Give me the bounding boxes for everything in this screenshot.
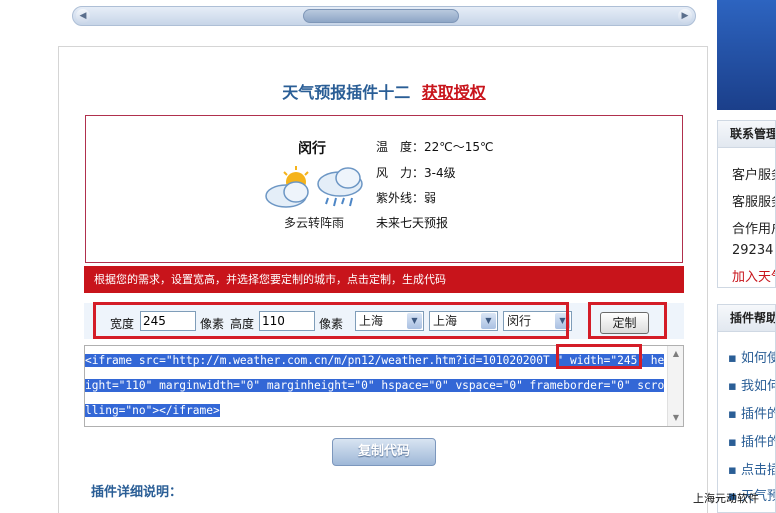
- horizontal-scrollbar[interactable]: ◀ ▶: [72, 6, 696, 26]
- get-license-link[interactable]: 获取授权: [422, 83, 486, 102]
- plugin-title: 天气预报插件十二: [282, 83, 411, 102]
- weather-preview: 闵行 多云转阵雨 温 度：22℃～15℃ 风 力：3-4级 紫外线：弱 未来七天…: [85, 115, 683, 263]
- seven-day-forecast-link[interactable]: 未来七天预报: [376, 214, 448, 231]
- uv-value: 弱: [424, 191, 437, 205]
- help-box: 插件帮助 ▪ 如何使 ▪ 我如何 ▪ 插件的 ▪ 插件的 ▪ 点击插 ▪ 天气预: [717, 304, 776, 513]
- contact-line: 客户服务: [732, 168, 775, 183]
- help-item[interactable]: ▪ 插件的: [728, 403, 775, 422]
- help-item[interactable]: ▪ 插件的: [728, 431, 775, 450]
- temperature-row: 温 度：22℃～15℃: [376, 138, 494, 155]
- plugin-details-heading: 插件详细说明：: [91, 485, 183, 500]
- temperature-label: 温 度：: [376, 140, 425, 154]
- scroll-left-arrow-icon[interactable]: ◀: [76, 9, 90, 23]
- uv-row: 紫外线：弱: [376, 189, 436, 206]
- wind-row: 风 力：3-4级: [376, 164, 456, 181]
- wind-label: 风 力：: [376, 166, 425, 180]
- code-vertical-scrollbar[interactable]: ▲ ▼: [667, 346, 683, 426]
- scroll-up-arrow-icon[interactable]: ▲: [670, 348, 682, 360]
- scrollbar-thumb[interactable]: [303, 9, 459, 23]
- instruction-bar: 根据您的需求，设置宽高，并选择您要定制的城市，点击定制，生成代码: [84, 266, 684, 293]
- copy-code-button[interactable]: 复制代码: [332, 438, 436, 466]
- page-title: 天气预报插件十二 获取授权: [59, 79, 709, 103]
- temperature-value: 22℃～15℃: [424, 140, 494, 154]
- side-banner-image: [717, 0, 776, 110]
- help-heading: 插件帮助: [718, 305, 775, 332]
- scroll-right-arrow-icon[interactable]: ▶: [678, 9, 692, 23]
- help-item[interactable]: ▪ 我如何: [728, 375, 775, 394]
- code-part-1: <iframe src="http://m.weather.com.cn/m/p…: [85, 354, 483, 367]
- weather-condition: 多云转阵雨: [284, 216, 345, 230]
- cloudy-rain-icon: [265, 166, 363, 208]
- contact-box: 联系管理 客户服务 客服服务 合作用户 29234 加入天气: [717, 120, 776, 288]
- join-link[interactable]: 加入天气: [732, 266, 775, 285]
- contact-line: 合作用户: [732, 222, 775, 237]
- footer-text: 上海元动软件: [693, 492, 759, 505]
- contact-line: 29234: [732, 243, 774, 258]
- scroll-down-arrow-icon[interactable]: ▼: [670, 412, 682, 424]
- code-city-id: 101020200T: [482, 354, 550, 367]
- help-item[interactable]: ▪ 点击插: [728, 459, 775, 478]
- help-item[interactable]: ▪ 如何使: [728, 347, 775, 366]
- custom-button[interactable]: 定制: [600, 312, 649, 334]
- wind-value: 3-4级: [424, 166, 456, 180]
- contact-heading: 联系管理: [718, 121, 775, 148]
- preview-city: 闵行: [298, 141, 326, 157]
- uv-label: 紫外线：: [376, 191, 425, 205]
- highlight-city-id-box: [556, 344, 642, 369]
- contact-line: 客服服务: [732, 195, 775, 210]
- highlight-settings-box: [93, 302, 569, 339]
- plugin-panel: 天气预报插件十二 获取授权 闵行 多云转阵雨 温 度：22℃～15℃ 风 力：3…: [58, 46, 708, 513]
